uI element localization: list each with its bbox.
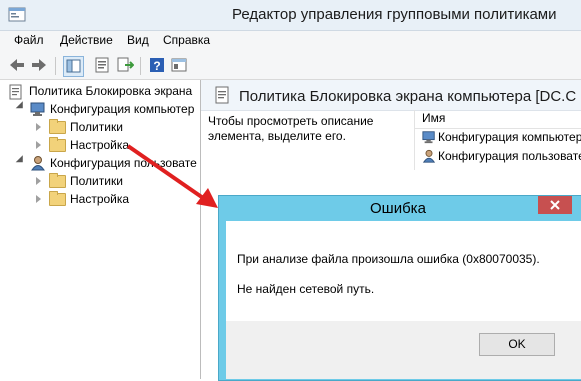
tree-item-label: Политики	[70, 174, 123, 188]
policy-document-icon	[8, 84, 24, 103]
menu-file[interactable]: Файл	[14, 33, 44, 47]
properties-icon[interactable]	[93, 56, 111, 74]
forward-arrow-icon[interactable]	[30, 56, 48, 74]
console-icon[interactable]	[170, 56, 188, 74]
error-message: При анализе файла произошла ошибка (0x80…	[237, 252, 540, 266]
policy-document-icon	[213, 86, 231, 107]
details-title: Политика Блокировка экрана компьютера [D…	[239, 88, 577, 105]
toolbar-separator	[140, 57, 141, 75]
export-list-icon[interactable]	[116, 56, 135, 74]
window-title: Редактор управления групповыми политикам…	[232, 6, 557, 23]
expanded-arrow-icon[interactable]	[15, 155, 27, 166]
menu-help[interactable]: Справка	[163, 33, 210, 47]
tree-item-label: Политики	[70, 120, 123, 134]
list-item-label: Конфигурация компьютер	[438, 130, 581, 144]
folder-icon	[49, 173, 66, 188]
computer-icon	[422, 130, 436, 147]
computer-icon	[30, 101, 46, 120]
ok-button[interactable]: OK	[479, 333, 555, 356]
collapsed-arrow-icon[interactable]	[36, 141, 41, 149]
menu-view[interactable]: Вид	[127, 33, 149, 47]
user-icon	[30, 155, 46, 174]
collapsed-arrow-icon[interactable]	[36, 195, 41, 203]
close-icon	[550, 200, 560, 210]
folder-icon	[49, 137, 66, 152]
user-icon	[422, 149, 436, 166]
annotation-arrow-icon	[120, 142, 220, 215]
svg-text:?: ?	[153, 59, 160, 73]
description-text: Чтобы просмотреть описание элемента, выд…	[208, 114, 374, 143]
tree-root-label: Политика Блокировка экрана	[29, 84, 193, 98]
dialog-title: Ошибка	[370, 200, 426, 217]
collapsed-arrow-icon[interactable]	[36, 177, 41, 185]
toolbar	[0, 51, 581, 80]
folder-icon	[49, 119, 66, 134]
help-icon[interactable]: ?	[148, 56, 166, 74]
toolbar-separator	[55, 57, 56, 75]
tree-pane: Политика Блокировка экрана Конфигурация …	[0, 80, 201, 379]
show-hide-tree-icon[interactable]	[63, 56, 84, 77]
menu-action[interactable]: Действие	[60, 33, 113, 47]
column-name-label: Имя	[422, 111, 446, 125]
dialog-close-button[interactable]	[538, 196, 572, 214]
error-detail: Не найден сетевой путь.	[237, 282, 375, 296]
tree-item-label: Конфигурация компьютер	[50, 102, 195, 116]
collapsed-arrow-icon[interactable]	[36, 123, 41, 131]
list-item-label: Конфигурация пользовате	[438, 149, 581, 163]
folder-icon	[49, 191, 66, 206]
dialog-body	[226, 221, 581, 321]
back-arrow-icon[interactable]	[8, 56, 26, 74]
app-icon	[8, 6, 26, 24]
